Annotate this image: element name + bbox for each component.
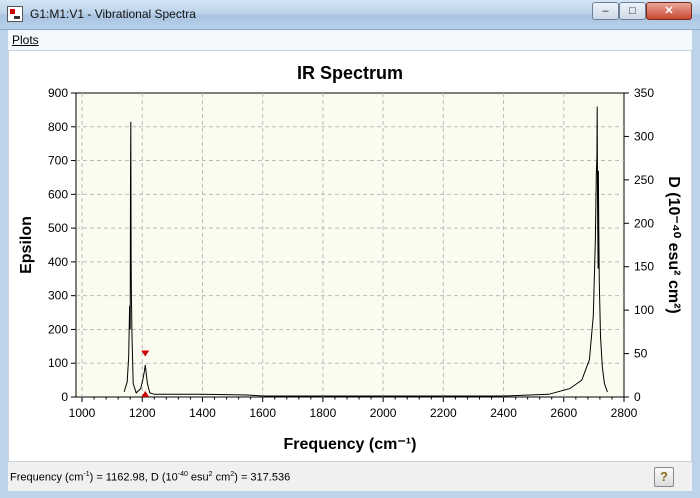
y-right-tick-label: 0	[634, 390, 641, 404]
x-tick-label: 1600	[249, 406, 276, 420]
y-left-tick-label: 600	[48, 187, 68, 201]
y-left-tick-label: 200	[48, 322, 68, 336]
y-left-tick-label: 700	[48, 154, 68, 168]
x-tick-label: 1200	[129, 406, 156, 420]
y-left-axis-label: Epsilon	[18, 216, 35, 274]
x-tick-label: 2000	[370, 406, 397, 420]
close-button[interactable]: ✕	[646, 2, 692, 20]
menu-plots-label: Plots	[12, 33, 39, 47]
window-frame-right	[692, 30, 700, 498]
x-axis-ticks: 1000 1200 1400 1600 1800 2000 2200 2400 2600 2800	[69, 397, 638, 420]
x-tick-label: 1400	[189, 406, 216, 420]
menu-bar: Plots	[8, 30, 692, 51]
y-left-axis-ticks: 0 100 200 300 400 500 600 700 800 900	[48, 86, 76, 404]
status-sup-2: -40	[177, 471, 188, 478]
menu-plots[interactable]: Plots	[12, 33, 39, 47]
help-button[interactable]: ?	[654, 467, 674, 487]
status-bar: Frequency (cm-1) = 1162.98, D (10-40 esu…	[8, 463, 692, 491]
x-axis-label: Frequency (cm⁻¹)	[284, 436, 417, 453]
y-left-tick-label: 900	[48, 86, 68, 100]
status-part-4: cm	[212, 471, 231, 484]
y-right-tick-label: 300	[634, 129, 654, 143]
y-left-tick-label: 300	[48, 289, 68, 303]
status-part-3: esu	[187, 471, 209, 484]
x-tick-label: 2800	[611, 406, 638, 420]
y-right-tick-label: 100	[634, 303, 654, 317]
y-right-tick-label: 150	[634, 260, 654, 274]
x-tick-label: 1000	[69, 406, 96, 420]
ir-spectrum-chart[interactable]: IR Spectrum 1000 1200 1400 1600 1800 2000 2200…	[9, 51, 691, 461]
plot-area[interactable]	[75, 92, 625, 398]
app-icon[interactable]	[7, 6, 23, 22]
window-frame-bottom	[0, 491, 700, 498]
y-right-tick-label: 350	[634, 86, 654, 100]
minimize-button[interactable]: –	[592, 2, 619, 20]
y-right-axis-label: D (10⁻⁴⁰ esu² cm²)	[665, 176, 682, 313]
x-tick-label: 2600	[550, 406, 577, 420]
y-left-tick-label: 500	[48, 221, 68, 235]
status-part-2: ) = 1162.98, D (10	[89, 471, 178, 484]
window-title: G1:M1:V1 - Vibrational Spectra	[30, 7, 196, 21]
y-right-axis-ticks: 0 50 100 150 200 250 300 350	[624, 86, 654, 404]
x-tick-label: 2200	[430, 406, 457, 420]
status-part-1: Frequency (cm	[10, 471, 84, 484]
status-readout: Frequency (cm-1) = 1162.98, D (10-40 esu…	[10, 471, 290, 484]
x-tick-label: 2400	[490, 406, 517, 420]
window-frame-left	[0, 30, 8, 498]
status-part-5: ) = 317.536	[234, 471, 291, 484]
y-left-tick-label: 400	[48, 255, 68, 269]
y-left-tick-label: 0	[61, 390, 68, 404]
plot-panel: IR Spectrum 1000 1200 1400 1600 1800 2000 2200…	[8, 50, 692, 462]
y-right-tick-label: 50	[634, 347, 648, 361]
chart-title: IR Spectrum	[297, 63, 403, 83]
y-right-tick-label: 250	[634, 173, 654, 187]
x-tick-label: 1800	[310, 406, 337, 420]
y-left-tick-label: 800	[48, 120, 68, 134]
y-right-tick-label: 200	[634, 216, 654, 230]
maximize-button[interactable]: □	[619, 2, 646, 20]
title-bar: G1:M1:V1 - Vibrational Spectra – □ ✕	[0, 0, 700, 30]
y-left-tick-label: 100	[48, 356, 68, 370]
